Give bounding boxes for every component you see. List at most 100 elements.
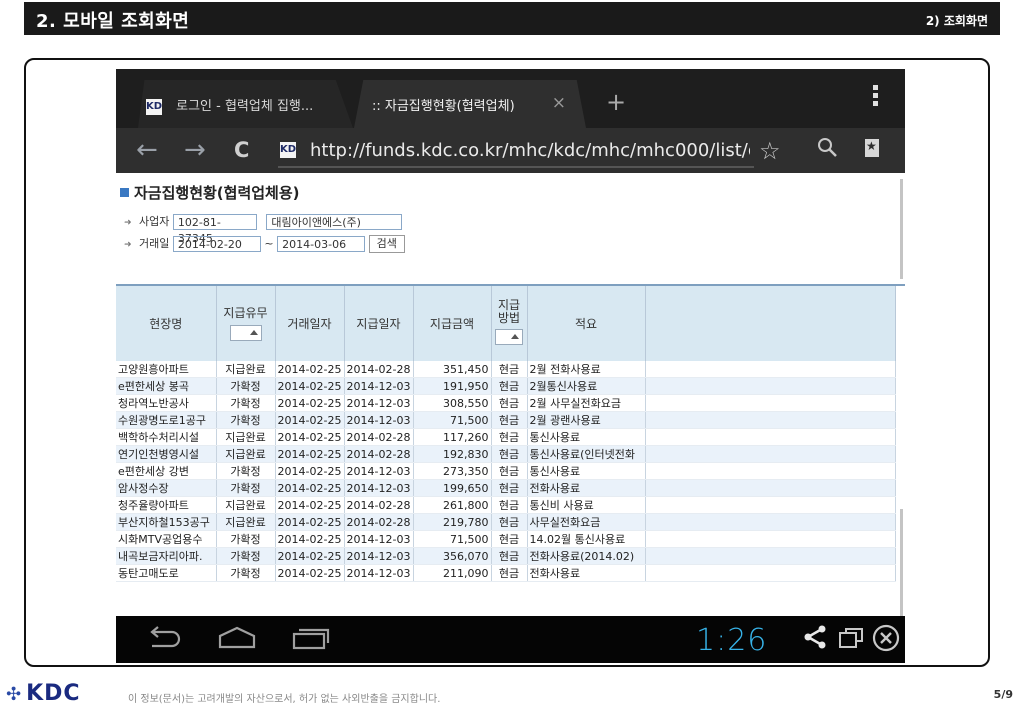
- kdc-logo: ✣ KDC: [6, 681, 81, 706]
- back-arrow-icon[interactable]: ←: [136, 135, 158, 165]
- grid-scrollbar[interactable]: [900, 509, 903, 616]
- table-row[interactable]: 동탄고매도로 가확정 2014-02-25 2014-12-03 211,090 현금 전화…: [116, 564, 896, 582]
- table-cell: 273,350: [413, 462, 492, 480]
- table-cell: 수원광명도로1공구: [116, 411, 217, 429]
- browser-tab-login[interactable]: KD 로그인 - 협력업체 집행...: [138, 80, 353, 128]
- bookmark-star-icon[interactable]: ☆: [759, 137, 781, 165]
- share-icon[interactable]: [804, 625, 826, 655]
- close-circle-icon[interactable]: [872, 624, 900, 658]
- table-cell: 2014-12-03: [344, 411, 414, 429]
- table-cell: 2월 사무실전화요금: [527, 394, 646, 412]
- web-page: 자금집행현황(협력업체용) ➜ 사업자 102-81-37345 대림아이앤에스…: [116, 173, 905, 616]
- paid-filter-dropdown[interactable]: [229, 324, 262, 341]
- method-filter-dropdown[interactable]: [495, 329, 523, 345]
- new-tab-icon[interactable]: +: [591, 83, 641, 128]
- table-cell: 가확정: [216, 479, 276, 497]
- table-cell: 전화사용료(2014.02): [527, 547, 646, 565]
- date-separator: ~: [264, 237, 274, 250]
- col-header-paid[interactable]: 지급유무: [216, 286, 276, 361]
- table-cell: 2014-02-25: [275, 428, 345, 446]
- site-favicon-icon: KD: [146, 98, 162, 115]
- col-header-trade-date[interactable]: 거래일자: [275, 286, 345, 361]
- overflow-menu-icon[interactable]: [873, 85, 879, 109]
- table-cell: 청라역노반공사: [116, 394, 217, 412]
- table-cell: 71,500: [413, 530, 492, 548]
- biz-row: ➜ 사업자 102-81-37345 대림아이앤에스(주): [124, 213, 403, 245]
- table-cell: 전화사용료: [527, 564, 646, 582]
- col-header-memo[interactable]: 적요: [527, 286, 646, 361]
- table-cell-empty: [645, 411, 896, 429]
- table-cell: 가확정: [216, 394, 276, 412]
- nav-home-icon[interactable]: [218, 626, 256, 656]
- date-from-field[interactable]: 2014-02-20: [172, 236, 261, 252]
- table-row[interactable]: 청주율량아파트 지급완료 2014-02-25 2014-02-28 261,800 현금…: [116, 496, 896, 514]
- search-button[interactable]: 검색: [368, 235, 405, 253]
- biz-number-field[interactable]: 102-81-37345: [172, 214, 257, 245]
- table-row[interactable]: 암사정수장 가확정 2014-02-25 2014-12-03 199,650 현금 전화사…: [116, 479, 896, 497]
- table-cell: 암사정수장: [116, 479, 217, 497]
- table-cell: 2월 광랜사용료: [527, 411, 646, 429]
- table-cell: 통신사용료: [527, 428, 646, 446]
- table-row[interactable]: 백학하수처리시설 지급완료 2014-02-25 2014-02-28 117,260 현…: [116, 428, 896, 446]
- table-cell: 가확정: [216, 377, 276, 395]
- table-row[interactable]: 연기인천병영시설 지급완료 2014-02-25 2014-02-28 192,830 현…: [116, 445, 896, 463]
- table-cell: 2014-02-28: [344, 428, 414, 446]
- bookmarks-icon[interactable]: [865, 139, 879, 157]
- table-cell: 14.02월 통신사용료: [527, 530, 646, 548]
- forward-arrow-icon[interactable]: →: [184, 135, 206, 165]
- col-header-amount[interactable]: 지급금액: [413, 286, 492, 361]
- search-icon[interactable]: [816, 136, 838, 164]
- window-icon[interactable]: [838, 627, 864, 655]
- browser-tab-active[interactable]: :: 자금집행현황(협력업체) ×: [354, 80, 586, 128]
- site-favicon-icon: KD: [280, 142, 296, 158]
- browser-nav-bar: ← → C KD http://funds.kdc.co.kr/mhc/kdc/…: [116, 128, 905, 173]
- system-clock: 1:26: [696, 623, 768, 658]
- table-cell: 2014-02-25: [275, 411, 345, 429]
- company-field[interactable]: 대림아이앤에스(주): [266, 214, 403, 230]
- table-cell: 308,550: [413, 394, 492, 412]
- table-cell: 가확정: [216, 462, 276, 480]
- col-header-empty: [645, 286, 896, 361]
- table-row[interactable]: e편한세상 봉곡 가확정 2014-02-25 2014-12-03 191,950 현금…: [116, 377, 896, 395]
- table-row[interactable]: 수원광명도로1공구 가확정 2014-02-25 2014-12-03 71,500 현금…: [116, 411, 896, 429]
- table-row[interactable]: 시화MTV공업용수 가확정 2014-02-25 2014-12-03 71,500 현금…: [116, 530, 896, 548]
- table-cell: 2014-12-03: [344, 377, 414, 395]
- nav-back-icon[interactable]: [146, 626, 182, 656]
- col-header-site[interactable]: 현장명: [116, 286, 217, 361]
- table-cell: 192,830: [413, 445, 492, 463]
- col-header-method[interactable]: 지급 방법: [491, 286, 528, 361]
- table-cell: 현금: [491, 361, 528, 378]
- slide-subtitle: 2) 조회화면: [925, 14, 988, 28]
- table-cell-empty: [645, 361, 896, 378]
- table-row[interactable]: 내곡보금자리아파. 가확정 2014-02-25 2014-12-03 356,070 현…: [116, 547, 896, 565]
- table-cell: 현금: [491, 496, 528, 514]
- date-row: ➜ 거래일 2014-02-20 ~ 2014-03-06 검색: [124, 235, 405, 253]
- table-cell: 동탄고매도로: [116, 564, 217, 582]
- table-row[interactable]: 부산지하철153공구 지급완료 2014-02-25 2014-02-28 219,78…: [116, 513, 896, 531]
- table-cell: 통신사용료: [527, 462, 646, 480]
- biz-label: 사업자: [139, 215, 170, 228]
- table-cell: 2014-02-25: [275, 547, 345, 565]
- nav-recent-apps-icon[interactable]: [292, 626, 330, 656]
- table-cell-empty: [645, 428, 896, 446]
- table-row[interactable]: 고양원흥아파트 지급완료 2014-02-25 2014-02-28 351,450 현금…: [116, 361, 896, 378]
- reload-icon[interactable]: C: [234, 138, 249, 162]
- table-cell: 현금: [491, 445, 528, 463]
- table-cell: 현금: [491, 479, 528, 497]
- table-cell: 지급완료: [216, 428, 276, 446]
- table-cell: 71,500: [413, 411, 492, 429]
- col-header-pay-date[interactable]: 지급일자: [344, 286, 414, 361]
- table-row[interactable]: e편한세상 강변 가확정 2014-02-25 2014-12-03 273,350 현금…: [116, 462, 896, 480]
- table-cell: 현금: [491, 428, 528, 446]
- date-to-field[interactable]: 2014-03-06: [277, 236, 366, 252]
- table-row[interactable]: 청라역노반공사 가확정 2014-02-25 2014-12-03 308,550 현금 2…: [116, 394, 896, 412]
- close-tab-icon[interactable]: ×: [552, 93, 566, 113]
- table-cell: 2014-12-03: [344, 462, 414, 480]
- url-bar[interactable]: KD http://funds.kdc.co.kr/mhc/kdc/mhc/mh…: [278, 138, 754, 168]
- table-cell: 가확정: [216, 530, 276, 548]
- scrollbar[interactable]: [900, 179, 903, 279]
- table-cell: e편한세상 봉곡: [116, 377, 217, 395]
- result-grid: 현장명 지급유무 거래일자 지급일자 지급금액 지급 방법 적요 고양원흥아파트…: [116, 284, 905, 616]
- table-cell-empty: [645, 462, 896, 480]
- table-cell: 2014-02-28: [344, 361, 414, 378]
